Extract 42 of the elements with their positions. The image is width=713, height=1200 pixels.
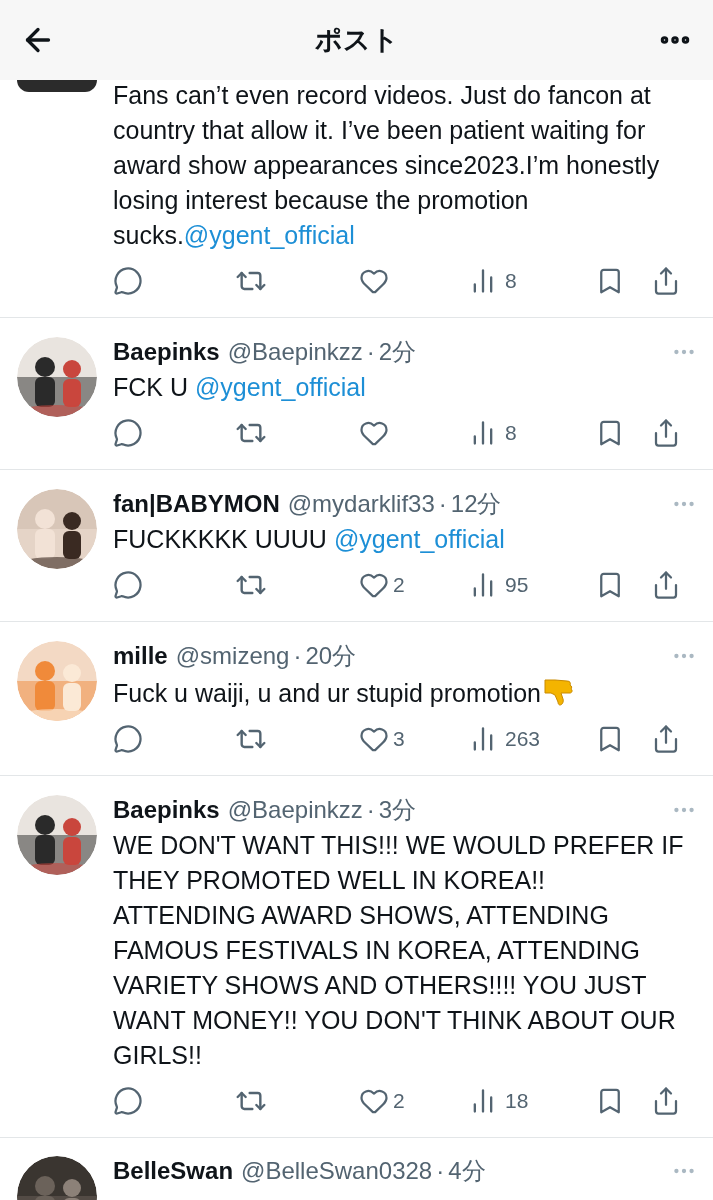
user-name[interactable]: Baepinks [113, 334, 220, 370]
view-count: 263 [505, 726, 541, 753]
user-handle: @smizeng [175, 641, 290, 671]
meta-separator: · [366, 795, 375, 825]
user-handle: @BelleSwan0328 [241, 1156, 433, 1186]
post-time: 12分 [450, 489, 502, 519]
tweet-text: Fuck u waiji, u and ur stupid promotion [113, 674, 697, 711]
user-name[interactable]: Baepinks [113, 792, 220, 828]
reply-icon[interactable] [113, 724, 143, 754]
reply-icon[interactable] [113, 266, 143, 296]
view-count: 95 [505, 572, 529, 599]
post-time: 3分 [378, 795, 417, 825]
tweet-text: WE DON'T WANT THIS!!! WE WOULD PREFER IF THEY PROMOTED WELL IN KOREA!! ATTENDING AWARD SHOWS, ATTENDING FAMOUS FESTIVALS IN KOREA, ATTENDING VARIETY SHOWS AND OTHERS!!!! YOU JUST WANT MONEY!! YOU DON'T THINK ABOUT OUR GIRLS!! [113, 830, 685, 1071]
post-time: 2分 [378, 337, 417, 367]
user-handle: @Baepinkzz [227, 795, 363, 825]
user-name[interactable]: fan|BABYMON [113, 486, 280, 522]
view-count: 8 [505, 268, 517, 295]
mention-link[interactable]: @ygent_official [194, 373, 366, 401]
reply-icon[interactable] [113, 418, 143, 448]
user-handle: @mydarklif33 [287, 489, 435, 519]
meta-separator: · [366, 337, 375, 367]
like-count: 3 [393, 726, 405, 753]
reply-icon[interactable] [113, 570, 143, 600]
tweet-text: FUCKKKKK UUUU @ygent_official [113, 524, 506, 555]
tweet-text: Fans can’t even record videos. Just do fancon at country that allow it. I’ve been patient waiting for award show appearances since2023.I’m honestly losing interest because the promotion sucks.@ygent_official [113, 80, 661, 251]
post-time: 20分 [305, 641, 357, 671]
like-count: 2 [393, 1088, 405, 1115]
page-title: ポスト [314, 22, 399, 57]
mention-link[interactable]: @ygent_official [333, 525, 505, 553]
meta-separator: · [293, 641, 302, 671]
view-count: 18 [505, 1088, 529, 1115]
view-count: 8 [505, 420, 517, 447]
user-handle: @Baepinkzz [227, 337, 363, 367]
user-name[interactable]: mille [113, 638, 168, 674]
meta-separator: · [438, 489, 447, 519]
tweet-text: FCK U @ygent_official [113, 372, 367, 403]
like-count: 2 [393, 572, 405, 599]
user-name[interactable]: BelleSwan [113, 1153, 234, 1189]
post-time: 4分 [448, 1156, 486, 1186]
meta-separator: · [436, 1156, 445, 1186]
reply-icon[interactable] [113, 1086, 143, 1116]
mention-link[interactable]: @ygent_official [183, 221, 355, 249]
